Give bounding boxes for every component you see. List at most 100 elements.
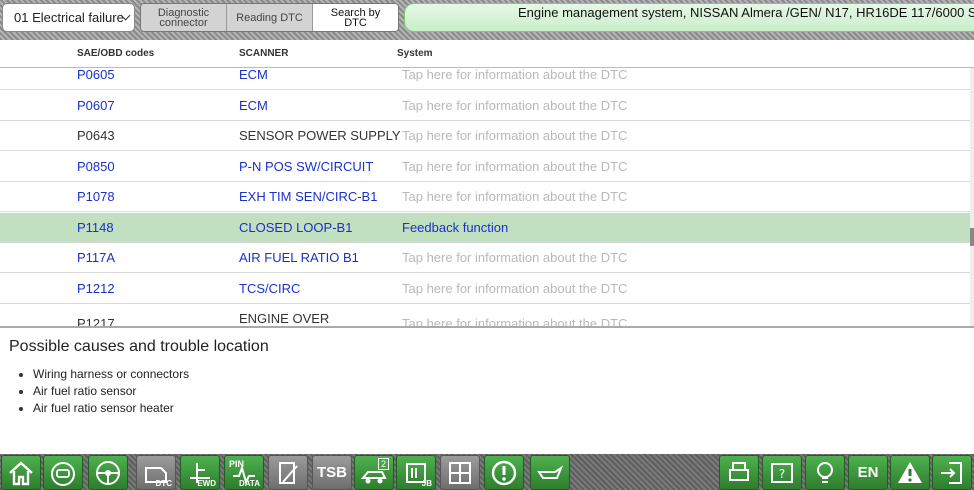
- system-hint: Tap here for information about the DTC: [402, 98, 628, 113]
- jb-label: JB: [421, 479, 432, 488]
- number-badge: 2: [377, 458, 389, 470]
- dtc-code: P1217: [77, 316, 115, 326]
- scanner-name: ENGINE OVER: [239, 311, 330, 326]
- scanner-name: SENSOR POWER SUPPLY: [239, 128, 401, 143]
- column-header-scanner: SCANNER: [239, 48, 289, 59]
- list-item: Air fuel ratio sensor heater: [19, 400, 965, 417]
- oil-can-icon: [537, 464, 564, 479]
- table-row[interactable]: P1212 TCS/CIRC Tap here for information …: [0, 274, 970, 304]
- oil-button[interactable]: [530, 455, 570, 490]
- grid-icon: [449, 461, 471, 484]
- table-row[interactable]: P0607 ECM Tap here for information about…: [0, 91, 970, 121]
- data-label: DATA: [238, 479, 260, 488]
- scanner-name: EXH TIM SEN/CIRC-B1: [239, 189, 378, 204]
- scanner-name: AIR FUEL RATIO B1: [239, 250, 359, 265]
- vehicle-select-button[interactable]: [43, 455, 83, 490]
- list-item: Wiring harness or connectors: [19, 366, 965, 383]
- warning-info-button[interactable]: [484, 455, 524, 490]
- language-button[interactable]: EN: [848, 455, 888, 490]
- system-hint: Tap here for information about the DTC: [402, 189, 628, 204]
- exit-button[interactable]: [932, 455, 972, 490]
- system-hint: Tap here for information about the DTC: [402, 128, 628, 143]
- dtc-code: P1212: [77, 281, 115, 296]
- scanner-name: TCS/CIRC: [239, 281, 301, 296]
- table-row[interactable]: P117A AIR FUEL RATIO B1 Tap here for inf…: [0, 243, 970, 273]
- dtc-code: P1078: [77, 189, 115, 204]
- causes-list: Wiring harness or connectors Air fuel ra…: [9, 366, 965, 417]
- failure-group-value: 01 Electrical failure: [14, 10, 124, 25]
- system-hint: Tap here for information about the DTC: [402, 159, 628, 174]
- tab-label-line2: DTC: [344, 16, 367, 29]
- failure-group-select[interactable]: 01 Electrical failure: [2, 3, 135, 32]
- component-button[interactable]: [268, 455, 308, 490]
- column-header-system: System: [397, 48, 433, 59]
- causes-panel: Possible causes and trouble location Wir…: [0, 326, 974, 454]
- scanner-name: ECM: [239, 68, 268, 82]
- system-hint: Tap here for information about the DTC: [402, 281, 628, 296]
- causes-title: Possible causes and trouble location: [9, 338, 269, 355]
- top-bar: 01 Electrical failure Diagnostic connect…: [0, 0, 974, 40]
- svg-text:?: ?: [779, 467, 785, 481]
- light-bulb-icon: [817, 461, 833, 483]
- pin-label: PIN: [229, 459, 245, 469]
- junction-box-button[interactable]: JB: [396, 455, 436, 490]
- dtc-code: P1148: [77, 220, 114, 235]
- dtc-button[interactable]: DTC: [136, 455, 176, 490]
- table-row-selected[interactable]: P1148 CLOSED LOOP-B1 Feedback function: [0, 213, 970, 243]
- table-row[interactable]: P0850 P-N POS SW/CIRCUIT Tap here for in…: [0, 152, 970, 182]
- tab-diagnostic-connector[interactable]: Diagnostic connector: [141, 4, 227, 31]
- dtc-code: P0850: [77, 159, 115, 174]
- print-button[interactable]: [719, 455, 759, 490]
- dtc-code: P0607: [77, 98, 115, 113]
- help-book-icon: ?: [771, 462, 793, 483]
- system-hint: Tap here for information about the DTC: [402, 316, 628, 326]
- grid-button[interactable]: [440, 455, 480, 490]
- tab-label-line2: connector: [159, 16, 208, 29]
- alert-circle-icon: [491, 460, 517, 485]
- dtc-code: P0605: [77, 68, 115, 82]
- dtc-table: P0605 ECM Tap here for information about…: [0, 68, 970, 326]
- tab-reading-dtc[interactable]: Reading DTC: [227, 4, 313, 31]
- printer-icon: [729, 461, 749, 481]
- home-button[interactable]: [1, 455, 41, 490]
- home-icon: [9, 460, 33, 485]
- tsb-button[interactable]: TSB: [312, 455, 352, 490]
- table-row[interactable]: P0643 SENSOR POWER SUPPLY Tap here for i…: [0, 121, 970, 151]
- table-row[interactable]: P1217 ENGINE OVER Tap here for informati…: [0, 304, 970, 326]
- ewd-label: EWD: [197, 479, 216, 488]
- system-hint: Tap here for information about the DTC: [402, 68, 628, 82]
- table-row[interactable]: P1078 EXH TIM SEN/CIRC-B1 Tap here for i…: [0, 182, 970, 212]
- scanner-name: P-N POS SW/CIRCUIT: [239, 159, 374, 174]
- car-front-icon: [51, 461, 75, 486]
- help-button[interactable]: ?: [762, 455, 802, 490]
- scanner-name: ECM: [239, 98, 268, 113]
- tsb-label: TSB: [317, 464, 347, 481]
- scanner-name: CLOSED LOOP-B1: [239, 220, 353, 235]
- steering-wheel-button[interactable]: [88, 455, 128, 490]
- system-function: Feedback function: [402, 220, 509, 235]
- vehicle-title: Engine management system, NISSAN Almera …: [404, 3, 974, 32]
- column-header-codes: SAE/OBD codes: [77, 48, 155, 59]
- ewd-button[interactable]: EWD: [180, 455, 220, 490]
- vehicle-lift-button[interactable]: 2: [354, 455, 394, 490]
- dtc-code: P117A: [77, 250, 116, 265]
- dtc-code: P0643: [77, 128, 115, 143]
- component-icon: [279, 461, 298, 484]
- language-label: EN: [857, 464, 879, 481]
- tab-search-by-dtc[interactable]: Search by DTC: [313, 4, 398, 31]
- steering-wheel-icon: [96, 460, 120, 485]
- warning-triangle-icon: [898, 461, 922, 483]
- warning-button[interactable]: [890, 455, 930, 490]
- tab-label: Reading DTC: [236, 11, 303, 24]
- exit-icon: [941, 461, 962, 484]
- tips-button[interactable]: [805, 455, 845, 490]
- table-scrollbar[interactable]: [970, 68, 974, 326]
- bottom-toolbar: DTC EWD PIN DATA TSB 2 JB ? EN: [0, 454, 974, 490]
- table-row[interactable]: P0605 ECM Tap here for information about…: [0, 68, 970, 90]
- pin-data-button[interactable]: PIN DATA: [224, 455, 264, 490]
- dtc-label: DTC: [155, 479, 172, 488]
- mode-tabs: Diagnostic connector Reading DTC Search …: [140, 3, 399, 32]
- table-scroll-thumb[interactable]: [970, 228, 974, 246]
- system-hint: Tap here for information about the DTC: [402, 250, 628, 265]
- list-item: Air fuel ratio sensor: [19, 383, 965, 400]
